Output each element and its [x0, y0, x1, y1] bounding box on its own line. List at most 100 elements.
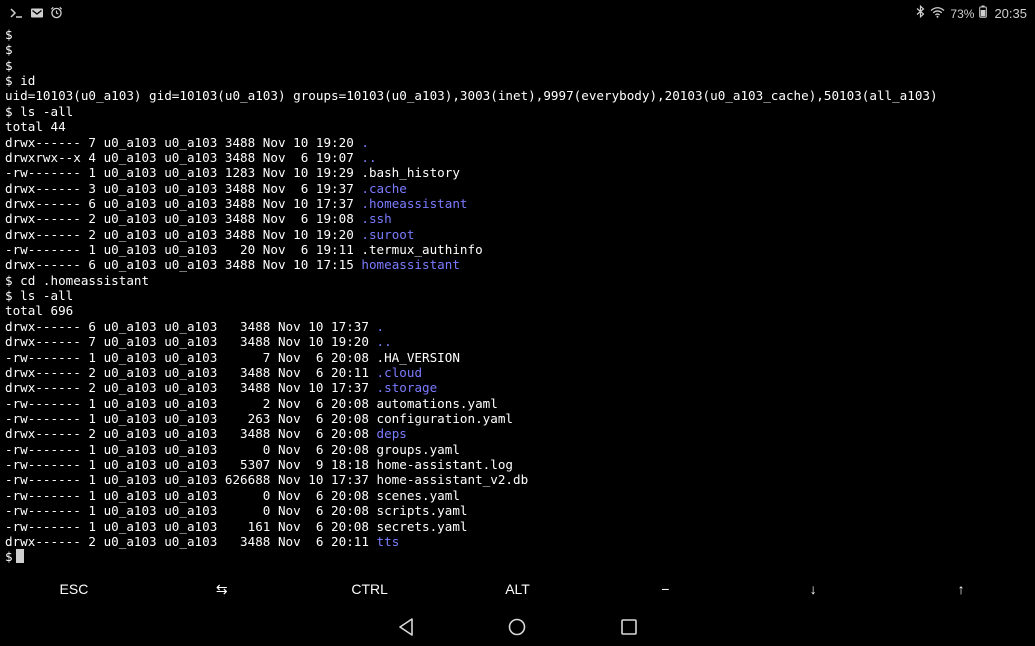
terminal-text: drwx------ 2 u0_a103 u0_a103 3488 Nov 6 … [5, 533, 377, 549]
directory-name: tts [376, 533, 400, 549]
status-time: 20:35 [994, 6, 1027, 21]
terminal-text: -rw------- 1 u0_a103 u0_a103 2 Nov 6 20:… [5, 395, 498, 411]
terminal-line: total 44 [5, 119, 1033, 134]
terminal-line: drwx------ 3 u0_a103 u0_a103 3488 Nov 6 … [5, 181, 1033, 196]
terminal-text: drwx------ 2 u0_a103 u0_a103 3488 Nov 6 … [5, 211, 362, 227]
terminal-text: drwx------ 6 u0_a103 u0_a103 3488 Nov 10… [5, 195, 362, 211]
terminal-text: $ ls -all [5, 288, 74, 304]
battery-icon [979, 5, 988, 22]
prompt-symbol: $ [5, 549, 13, 565]
home-icon[interactable] [507, 617, 527, 637]
terminal-line: -rw------- 1 u0_a103 u0_a103 626688 Nov … [5, 472, 1033, 487]
directory-name: . [361, 134, 369, 150]
terminal-text: drwx------ 2 u0_a103 u0_a103 3488 Nov 6 … [5, 426, 377, 442]
terminal-line: -rw------- 1 u0_a103 u0_a103 1283 Nov 10… [5, 165, 1033, 180]
terminal-line: drwx------ 2 u0_a103 u0_a103 3488 Nov 10… [5, 380, 1033, 395]
alt-key[interactable]: ALT [444, 574, 592, 604]
terminal-line: drwx------ 6 u0_a103 u0_a103 3488 Nov 10… [5, 319, 1033, 334]
terminal-line: -rw------- 1 u0_a103 u0_a103 2 Nov 6 20:… [5, 396, 1033, 411]
dash-key[interactable]: − [591, 574, 739, 604]
terminal-text: total 696 [5, 303, 74, 319]
terminal-text: drwx------ 7 u0_a103 u0_a103 3488 Nov 10… [5, 334, 377, 350]
status-bar-right: 73% 20:35 [916, 4, 1027, 22]
terminal-text: $ ls -all [5, 103, 74, 119]
battery-percent: 73% [950, 6, 975, 21]
terminal-line: -rw------- 1 u0_a103 u0_a103 161 Nov 6 2… [5, 519, 1033, 534]
directory-name: homeassistant [361, 257, 460, 273]
arrow-up-key[interactable]: ↑ [887, 574, 1035, 604]
terminal-line: $ id [5, 73, 1033, 88]
terminal-text: -rw------- 1 u0_a103 u0_a103 20 Nov 6 19… [5, 242, 483, 258]
terminal-text: drwx------ 7 u0_a103 u0_a103 3488 Nov 10… [5, 134, 362, 150]
directory-name: .cache [361, 180, 407, 196]
terminal-line: $ ls -all [5, 104, 1033, 119]
directory-name: .homeassistant [361, 195, 468, 211]
terminal-icon [10, 7, 24, 23]
arrow-down-key[interactable]: ↓ [739, 574, 887, 604]
terminal-line: $ cd .homeassistant [5, 273, 1033, 288]
terminal-line: -rw------- 1 u0_a103 u0_a103 5307 Nov 9 … [5, 457, 1033, 472]
terminal-line: drwx------ 2 u0_a103 u0_a103 3488 Nov 6 … [5, 211, 1033, 226]
terminal-text: -rw------- 1 u0_a103 u0_a103 263 Nov 6 2… [5, 410, 513, 426]
terminal-line: drwx------ 6 u0_a103 u0_a103 3488 Nov 10… [5, 257, 1033, 272]
terminal-line: -rw------- 1 u0_a103 u0_a103 0 Nov 6 20:… [5, 442, 1033, 457]
terminal-line: $ [5, 58, 1033, 73]
navigation-bar [0, 608, 1035, 646]
terminal-text: -rw------- 1 u0_a103 u0_a103 7 Nov 6 20:… [5, 349, 460, 365]
terminal-line: drwxrwx--x 4 u0_a103 u0_a103 3488 Nov 6 … [5, 150, 1033, 165]
status-bar: 73% 20:35 [0, 0, 1035, 26]
terminal-text: -rw------- 1 u0_a103 u0_a103 0 Nov 6 20:… [5, 441, 460, 457]
terminal-text: -rw------- 1 u0_a103 u0_a103 1283 Nov 10… [5, 165, 460, 181]
terminal-line: -rw------- 1 u0_a103 u0_a103 263 Nov 6 2… [5, 411, 1033, 426]
directory-name: .cloud [376, 364, 423, 380]
terminal-output[interactable]: $ $ $ $ id uid=10103(u0_a103) gid=10103(u0_a… [5, 27, 1033, 565]
ctrl-key[interactable]: CTRL [296, 574, 444, 604]
terminal-text: total 44 [5, 119, 66, 135]
wifi-icon [930, 6, 945, 22]
back-icon[interactable] [397, 617, 417, 637]
terminal-text: $ [5, 27, 13, 42]
terminal-line: $ [5, 42, 1033, 57]
terminal-text: -rw------- 1 u0_a103 u0_a103 0 Nov 6 20:… [5, 487, 460, 503]
terminal-text: drwx------ 2 u0_a103 u0_a103 3488 Nov 6 … [5, 364, 377, 380]
terminal-text: uid=10103(u0_a103) gid=10103(u0_a103) gr… [5, 88, 938, 104]
prompt-line[interactable]: $ [5, 549, 1033, 564]
terminal-line: drwx------ 2 u0_a103 u0_a103 3488 Nov 6 … [5, 426, 1033, 441]
terminal-text: $ [5, 42, 13, 58]
terminal-line: total 696 [5, 303, 1033, 318]
terminal-line: drwx------ 7 u0_a103 u0_a103 3488 Nov 10… [5, 135, 1033, 150]
text-cursor [15, 549, 24, 564]
terminal-line: $ [5, 27, 1033, 42]
terminal-line: drwx------ 2 u0_a103 u0_a103 3488 Nov 6 … [5, 365, 1033, 380]
terminal-line: drwx------ 7 u0_a103 u0_a103 3488 Nov 10… [5, 334, 1033, 349]
terminal-text: -rw------- 1 u0_a103 u0_a103 0 Nov 6 20:… [5, 503, 468, 519]
esc-key[interactable]: ESC [0, 574, 148, 604]
recents-icon[interactable] [619, 617, 639, 637]
terminal-line: -rw------- 1 u0_a103 u0_a103 0 Nov 6 20:… [5, 503, 1033, 518]
terminal-line: $ ls -all [5, 288, 1033, 303]
alarm-icon [50, 6, 63, 23]
bluetooth-icon [916, 4, 925, 22]
terminal-text: drwx------ 2 u0_a103 u0_a103 3488 Nov 10… [5, 226, 362, 242]
directory-name: .suroot [361, 226, 415, 242]
directory-name: . [376, 318, 385, 334]
directory-name: .storage [376, 380, 438, 396]
terminal-text: $ cd .homeassistant [5, 272, 150, 288]
terminal-line: uid=10103(u0_a103) gid=10103(u0_a103) gr… [5, 88, 1033, 103]
terminal-line: drwx------ 2 u0_a103 u0_a103 3488 Nov 10… [5, 227, 1033, 242]
tab-key[interactable]: ⇆ [148, 574, 296, 604]
terminal-line: drwx------ 2 u0_a103 u0_a103 3488 Nov 6 … [5, 534, 1033, 549]
extra-keys-row: ESC ⇆ CTRL ALT − ↓ ↑ [0, 574, 1035, 604]
terminal-line: -rw------- 1 u0_a103 u0_a103 7 Nov 6 20:… [5, 350, 1033, 365]
terminal-line: -rw------- 1 u0_a103 u0_a103 20 Nov 6 19… [5, 242, 1033, 257]
terminal-text: -rw------- 1 u0_a103 u0_a103 5307 Nov 9 … [5, 457, 513, 473]
directory-name: .ssh [361, 211, 392, 227]
terminal-text: -rw------- 1 u0_a103 u0_a103 626688 Nov … [5, 472, 529, 488]
terminal-text: $ id [5, 73, 36, 89]
directory-name: deps [376, 426, 407, 442]
mail-icon [30, 7, 44, 23]
terminal-text: drwx------ 6 u0_a103 u0_a103 3488 Nov 10… [5, 257, 362, 273]
status-bar-left [10, 6, 63, 23]
directory-name: .. [376, 334, 392, 350]
terminal-line: -rw------- 1 u0_a103 u0_a103 0 Nov 6 20:… [5, 488, 1033, 503]
